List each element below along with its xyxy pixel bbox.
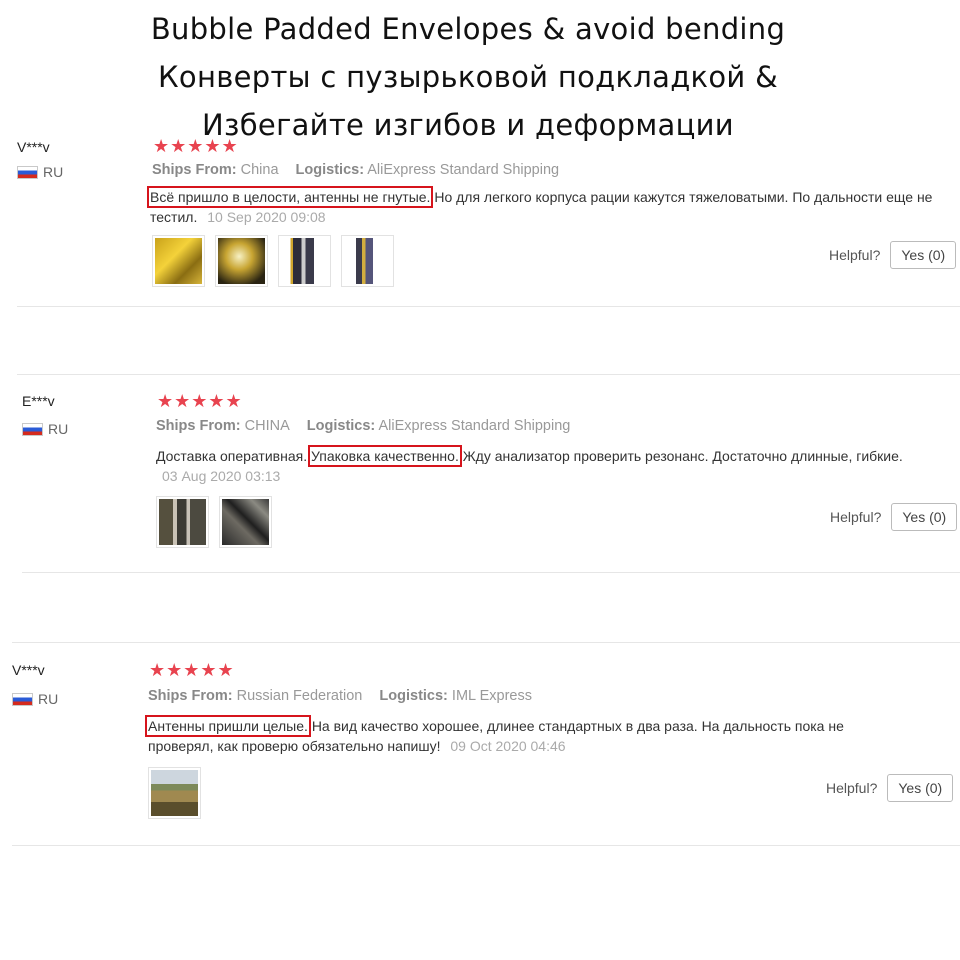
helpful-yes-button[interactable]: Yes (0) <box>891 503 958 531</box>
review-photo[interactable] <box>152 235 205 287</box>
country-code: RU <box>43 164 64 180</box>
star-icon: ★★★★★ <box>149 660 235 680</box>
highlighted-phrase: Всё пришло в целости, антенны не гнутые. <box>146 186 434 208</box>
review-text: Антенны пришли целые. На вид качество хо… <box>145 715 908 756</box>
helpful-label: Helpful? <box>830 509 882 525</box>
review-divider <box>22 572 960 573</box>
star-rating: ★★★★★ <box>153 136 239 157</box>
review-divider <box>17 306 960 307</box>
helpful-label: Helpful? <box>826 780 878 796</box>
ships-from-label: Ships From: <box>148 688 233 704</box>
country-code: RU <box>48 421 69 437</box>
reviewer-country: RU <box>12 691 58 707</box>
logistics-label: Logistics: <box>306 418 376 434</box>
review-date: 03 Aug 2020 03:13 <box>162 468 281 484</box>
star-rating: ★★★★★ <box>157 391 243 412</box>
review-divider <box>17 374 960 375</box>
reviewer-name: V***v <box>17 139 50 155</box>
review-body-start: Доставка оперативная. <box>156 448 308 464</box>
review-date: 10 Sep 2020 09:08 <box>207 209 326 225</box>
review-photo[interactable] <box>219 496 272 548</box>
review-photo[interactable] <box>278 235 331 287</box>
helpful-box: Helpful? Yes (0) <box>829 241 957 269</box>
headline-line-1: Bubble Padded Envelopes & avoid bending <box>150 12 786 46</box>
review-text: Доставка оперативная. Упаковка качествен… <box>156 445 916 486</box>
reviewer-country: RU <box>22 421 68 437</box>
headline-line-3: Избегайте изгибов и деформации <box>202 108 734 142</box>
russia-flag-icon <box>12 692 33 706</box>
highlighted-phrase: Упаковка качественно. <box>307 445 462 467</box>
helpful-yes-button[interactable]: Yes (0) <box>890 241 957 269</box>
helpful-box: Helpful? Yes (0) <box>826 774 954 802</box>
russia-flag-icon <box>22 422 43 436</box>
ships-from-value: China <box>240 162 279 178</box>
review-photo[interactable] <box>156 496 209 548</box>
country-code: RU <box>38 691 59 707</box>
logistics-value: IML Express <box>451 688 532 704</box>
helpful-label: Helpful? <box>829 247 881 263</box>
review-photo[interactable] <box>215 235 268 287</box>
ships-from-label: Ships From: <box>152 162 237 178</box>
reviewer-name: V***v <box>12 662 45 678</box>
review-date: 09 Oct 2020 04:46 <box>450 738 566 754</box>
logistics-label: Logistics: <box>295 162 365 178</box>
ships-from-value: Russian Federation <box>236 688 363 704</box>
review-divider <box>12 642 960 643</box>
helpful-yes-button[interactable]: Yes (0) <box>887 774 954 802</box>
review-divider <box>12 845 960 846</box>
star-icon: ★★★★★ <box>157 391 243 411</box>
shipping-info: Ships From: CHINA Logistics: AliExpress … <box>156 418 583 434</box>
logistics-value: AliExpress Standard Shipping <box>367 162 560 178</box>
ships-from-value: CHINA <box>244 418 290 434</box>
headline-line-2: Конверты с пузырьковой подкладкой & <box>158 60 778 94</box>
shipping-info: Ships From: China Logistics: AliExpress … <box>152 162 572 178</box>
logistics-value: AliExpress Standard Shipping <box>378 418 571 434</box>
review-body: Жду анализатор проверить резонанс. Доста… <box>462 448 903 464</box>
review-photos <box>152 235 394 287</box>
helpful-box: Helpful? Yes (0) <box>830 503 958 531</box>
star-icon: ★★★★★ <box>153 136 239 156</box>
review-photos <box>156 496 272 548</box>
review-text: Всё пришло в целости, антенны не гнутые.… <box>146 186 940 227</box>
reviewer-country: RU <box>17 164 63 180</box>
review-photo[interactable] <box>148 767 201 819</box>
logistics-label: Logistics: <box>379 688 448 704</box>
russia-flag-icon <box>17 165 38 179</box>
ships-from-label: Ships From: <box>156 418 241 434</box>
highlighted-phrase: Антенны пришли целые. <box>145 715 311 737</box>
shipping-info: Ships From: Russian Federation Logistics… <box>148 688 545 704</box>
star-rating: ★★★★★ <box>149 660 235 681</box>
review-photos <box>148 767 201 819</box>
review-photo[interactable] <box>341 235 394 287</box>
reviewer-name: E***v <box>22 393 55 409</box>
